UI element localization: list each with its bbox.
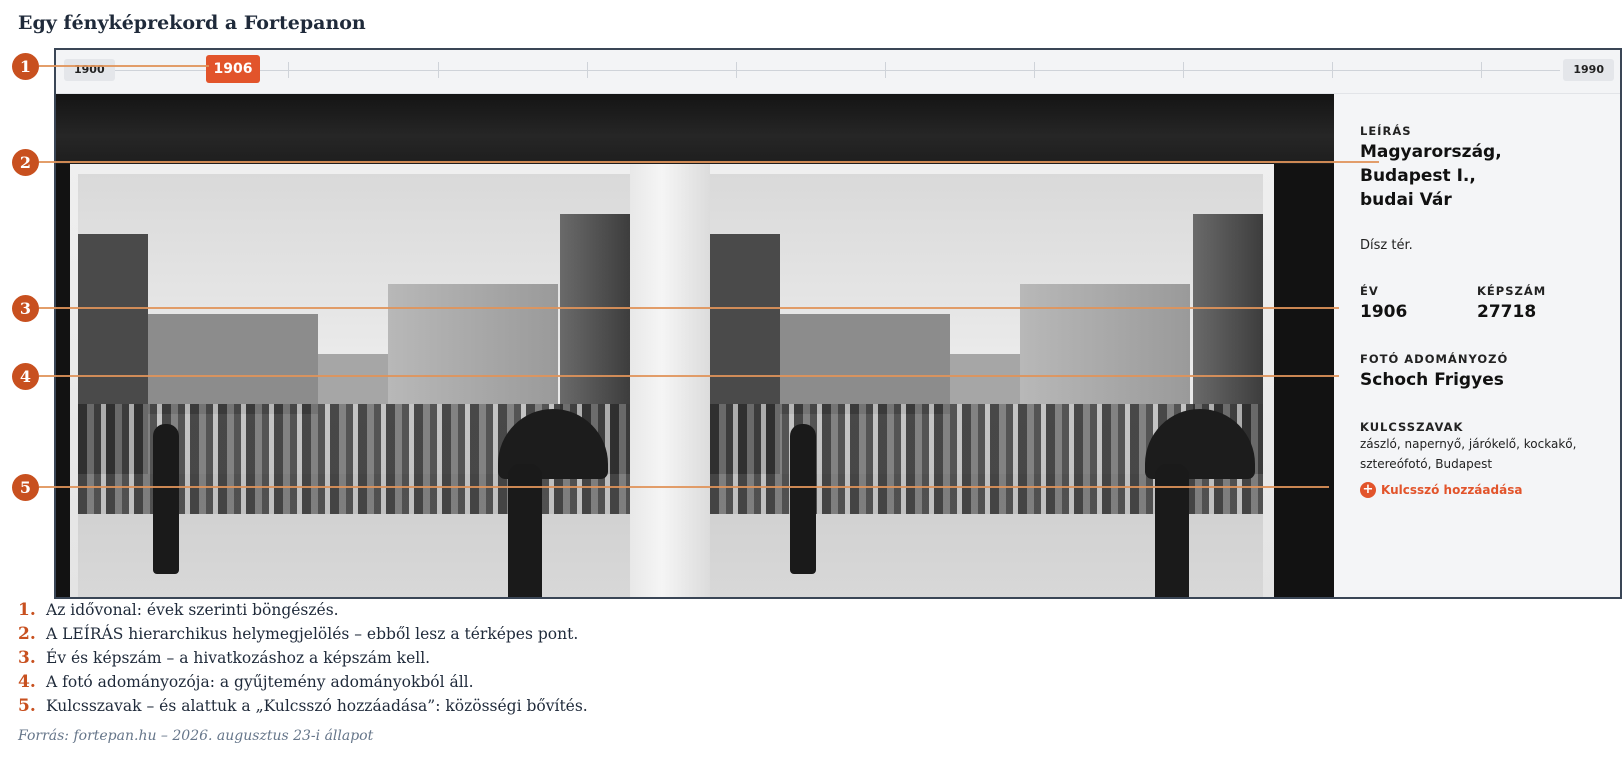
keywords-line[interactable]: sztereófotó, Budapest (1360, 454, 1610, 474)
add-keyword-label: Kulcsszó hozzáadása (1381, 483, 1523, 497)
year-value[interactable]: 1906 (1360, 300, 1407, 324)
timeline-tick (587, 62, 588, 78)
donor-label: FOTÓ ADOMÁNYOZÓ (1360, 352, 1509, 366)
note-text: A fotó adományozója: a gyűjtemény adomán… (46, 673, 474, 691)
note-item: 5. Kulcsszavak – és alattuk a „Kulcsszó h… (18, 694, 588, 718)
stereo-divider (630, 164, 710, 597)
timeline-tick (736, 62, 737, 78)
callout-line-4 (39, 375, 1339, 377)
callout-badge-4: 4 (12, 363, 39, 390)
place-name: Dísz tér. (1360, 238, 1413, 253)
annotation-notes: 1. Az idővonal: évek szerinti böngészés. … (18, 598, 588, 718)
timeline-tick (438, 62, 439, 78)
timeline-selected-year[interactable]: 1906 (206, 55, 260, 83)
note-text: Kulcsszavak – és alattuk a „Kulcsszó hoz… (46, 697, 588, 715)
timeline-tick (1183, 62, 1184, 78)
description-label: LEÍRÁS (1360, 124, 1412, 138)
record-details-panel: LEÍRÁS Magyarország, Budapest I., budai … (1334, 94, 1620, 597)
plate-edge (56, 94, 1334, 164)
street-scene-left (78, 174, 630, 597)
note-item: 2. A LEÍRÁS hierarchikus helymegjelölés –… (18, 622, 588, 646)
keywords-label: KULCSSZAVAK (1360, 420, 1464, 434)
note-item: 4. A fotó adományozója: a gyűjtemény adom… (18, 670, 588, 694)
timeline-start-year[interactable]: 1900 (64, 59, 115, 81)
callout-line-1 (39, 65, 209, 67)
keywords-list[interactable]: zászló, napernyő, járókelő, kockakő, szt… (1360, 434, 1610, 474)
note-text: A LEÍRÁS hierarchikus helymegjelölés – e… (46, 625, 579, 643)
timeline-track[interactable] (76, 70, 1560, 71)
callout-badge-1: 1 (12, 53, 39, 80)
street-scene-right (710, 174, 1263, 597)
note-item: 3. Év és képszám – a hivatkozáshoz a képs… (18, 646, 588, 670)
note-number: 1. (18, 600, 36, 620)
callout-badge-3: 3 (12, 295, 39, 322)
stereo-photo[interactable] (56, 94, 1334, 597)
note-number: 3. (18, 648, 36, 668)
note-text: Az idővonal: évek szerinti böngészés. (46, 601, 339, 619)
timeline-end-year[interactable]: 1990 (1563, 59, 1614, 81)
donor-value[interactable]: Schoch Frigyes (1360, 368, 1504, 392)
keywords-line[interactable]: zászló, napernyő, járókelő, kockakő, (1360, 434, 1610, 454)
photo-id-label: KÉPSZÁM (1477, 284, 1547, 298)
source-caption: Forrás: fortepan.hu – 2026. augusztus 23… (18, 728, 374, 744)
page-title: Egy fényképrekord a Fortepanon (18, 12, 366, 34)
note-text: Év és képszám – a hivatkozáshoz a képszá… (46, 649, 431, 667)
callout-badge-5: 5 (12, 474, 39, 501)
add-keyword-button[interactable]: + Kulcsszó hozzáadása (1360, 482, 1522, 498)
callout-line-5 (39, 486, 1329, 488)
timeline-tick (288, 62, 289, 78)
timeline-tick (1481, 62, 1482, 78)
timeline[interactable]: 1900 1906 1990 (56, 50, 1620, 94)
note-number: 2. (18, 624, 36, 644)
timeline-tick (885, 62, 886, 78)
callout-line-3 (39, 307, 1339, 309)
location-country[interactable]: Magyarország, (1360, 140, 1502, 164)
note-number: 4. (18, 672, 36, 692)
fortepan-record-frame: 1900 1906 1990 LEÍRÁS Magyarország, Buda… (54, 48, 1622, 599)
location-district[interactable]: budai Vár (1360, 188, 1452, 212)
timeline-tick (1034, 62, 1035, 78)
note-item: 1. Az idővonal: évek szerinti böngészés. (18, 598, 588, 622)
callout-line-2 (39, 161, 1379, 163)
photo-id-value: 27718 (1477, 302, 1537, 322)
year-label: ÉV (1360, 284, 1379, 298)
plus-icon: + (1360, 482, 1376, 498)
timeline-tick (1332, 62, 1333, 78)
location-city[interactable]: Budapest I., (1360, 164, 1476, 188)
note-number: 5. (18, 696, 36, 716)
callout-badge-2: 2 (12, 149, 39, 176)
